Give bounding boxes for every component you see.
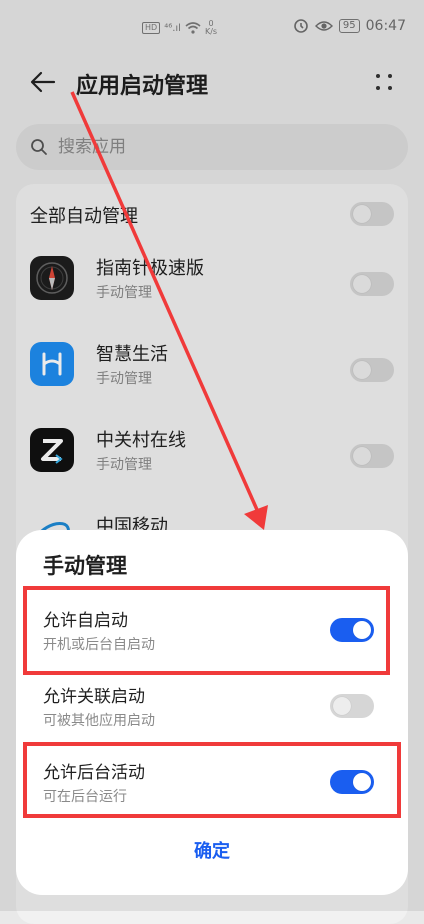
sheet-title: 手动管理 xyxy=(43,554,127,578)
option-associated-start[interactable]: 允许关联启动 可被其他应用启动 xyxy=(16,668,408,744)
option-description: 可被其他应用启动 xyxy=(43,713,155,729)
confirm-button[interactable]: 确定 xyxy=(16,830,408,874)
option-label: 允许关联启动 xyxy=(43,687,145,707)
associated-start-toggle[interactable] xyxy=(330,694,374,718)
manual-manage-sheet: 手动管理 允许自启动 开机或后台自启动 允许关联启动 可被其他应用启动 允许后台… xyxy=(16,530,408,895)
annotation-highlight-background-activity xyxy=(23,742,401,818)
annotation-highlight-auto-start xyxy=(23,586,390,675)
